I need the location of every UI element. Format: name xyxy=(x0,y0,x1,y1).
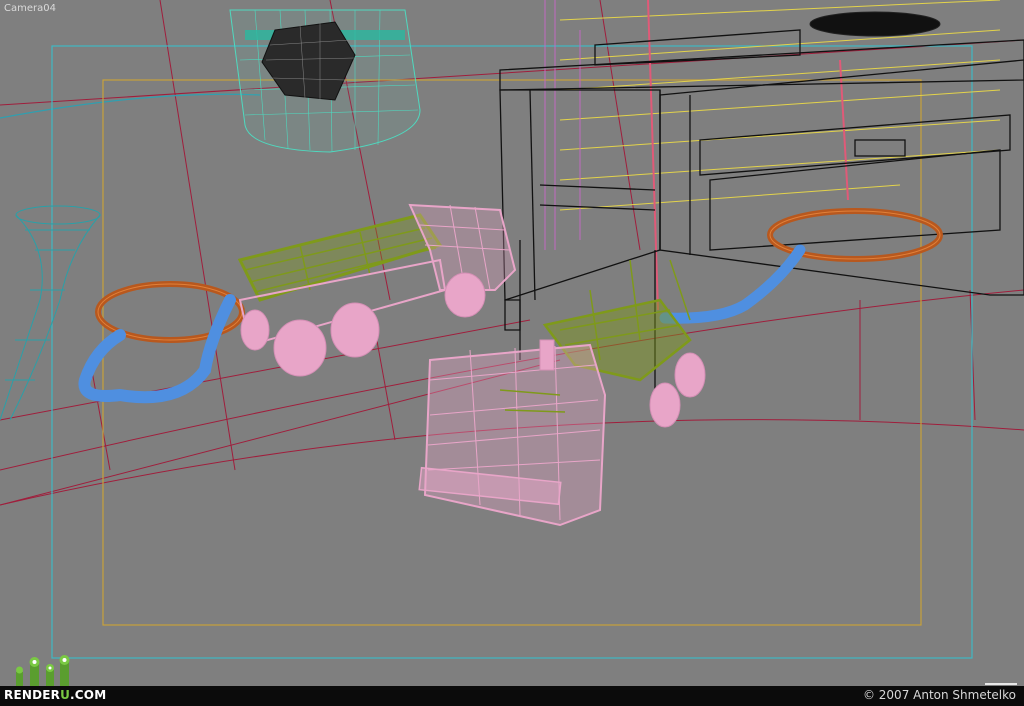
floor-curve-teal xyxy=(0,93,261,119)
hose-left[interactable] xyxy=(78,294,236,404)
viewport-label[interactable]: Camera04 xyxy=(4,3,56,14)
lamp[interactable] xyxy=(229,9,421,153)
logo-part2: U xyxy=(60,688,71,702)
logo-part3: .COM xyxy=(70,688,107,702)
logo-part1: RENDER xyxy=(4,688,61,702)
top-dish xyxy=(809,11,941,37)
renderu-logo-icon xyxy=(16,655,70,686)
site-logo-text[interactable]: RENDERU.COM xyxy=(4,688,106,702)
viewport-camera04[interactable]: Camera04 xyxy=(0,0,1024,686)
truck-rear[interactable] xyxy=(237,203,517,377)
copyright-text: © 2007 Anton Shmetelko xyxy=(862,688,1016,702)
wireframe-scene[interactable] xyxy=(0,0,1024,686)
viewport-scale-tick xyxy=(985,683,1017,685)
